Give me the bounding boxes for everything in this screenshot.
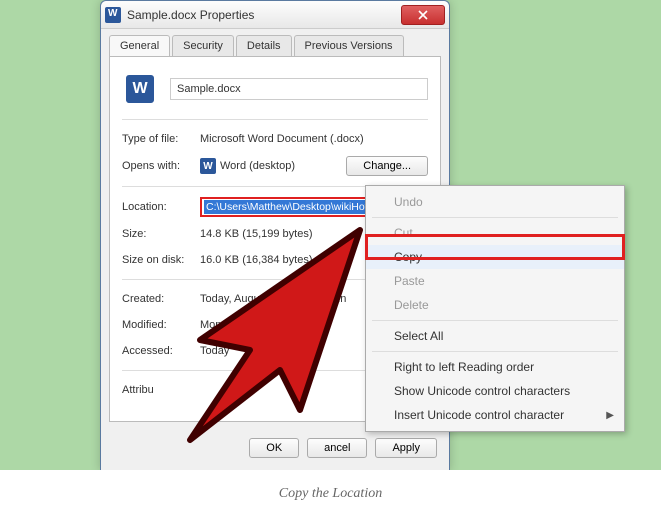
ctx-insert-unicode-label: Insert Unicode control character bbox=[394, 408, 564, 422]
ctx-cut[interactable]: Cut bbox=[366, 221, 624, 245]
titlebar[interactable]: Sample.docx Properties bbox=[101, 1, 449, 29]
ctx-insert-unicode[interactable]: Insert Unicode control character ▶ bbox=[366, 403, 624, 427]
submenu-arrow-icon: ▶ bbox=[606, 410, 614, 421]
location-highlight: C:\Users\Matthew\Desktop\wikiHow bbox=[200, 197, 378, 217]
type-of-file-value: Microsoft Word Document (.docx) bbox=[200, 133, 428, 145]
opens-with-value: W Word (desktop) bbox=[200, 158, 346, 174]
ok-button[interactable]: OK bbox=[249, 438, 299, 458]
tab-strip: General Security Details Previous Versio… bbox=[101, 29, 449, 56]
ctx-select-all[interactable]: Select All bbox=[366, 324, 624, 348]
context-menu: Undo Cut Copy Paste Delete Select All Ri… bbox=[365, 185, 625, 432]
ctx-paste[interactable]: Paste bbox=[366, 269, 624, 293]
word-icon bbox=[105, 7, 121, 23]
opens-with-text: Word (desktop) bbox=[220, 160, 295, 172]
accessed-label: Accessed: bbox=[122, 345, 200, 357]
apply-button[interactable]: Apply bbox=[375, 438, 437, 458]
close-button[interactable] bbox=[401, 5, 445, 25]
dialog-button-row: OK ancel Apply bbox=[101, 430, 449, 470]
size-label: Size: bbox=[122, 228, 200, 240]
window-title: Sample.docx Properties bbox=[127, 8, 401, 22]
location-value[interactable]: C:\Users\Matthew\Desktop\wikiHow bbox=[204, 200, 374, 214]
filename-field[interactable]: Sample.docx bbox=[170, 78, 428, 100]
modified-label: Modified: bbox=[122, 319, 200, 331]
location-label: Location: bbox=[122, 201, 200, 213]
file-type-icon: W bbox=[122, 71, 158, 107]
ctx-undo[interactable]: Undo bbox=[366, 190, 624, 214]
ctx-show-unicode[interactable]: Show Unicode control characters bbox=[366, 379, 624, 403]
tab-security[interactable]: Security bbox=[172, 35, 234, 56]
word-small-icon: W bbox=[200, 158, 216, 174]
close-icon bbox=[418, 10, 428, 20]
ctx-delete[interactable]: Delete bbox=[366, 293, 624, 317]
size-on-disk-label: Size on disk: bbox=[122, 254, 200, 266]
type-of-file-label: Type of file: bbox=[122, 133, 200, 145]
ctx-copy[interactable]: Copy bbox=[366, 245, 624, 269]
change-button[interactable]: Change... bbox=[346, 156, 428, 176]
ctx-rtl[interactable]: Right to left Reading order bbox=[366, 355, 624, 379]
cancel-button[interactable]: ancel bbox=[307, 438, 367, 458]
created-label: Created: bbox=[122, 293, 200, 305]
tab-details[interactable]: Details bbox=[236, 35, 292, 56]
filename-text: Sample.docx bbox=[177, 83, 241, 95]
attributes-label: Attribu bbox=[122, 384, 200, 396]
tab-previous-versions[interactable]: Previous Versions bbox=[294, 35, 404, 56]
opens-with-label: Opens with: bbox=[122, 160, 200, 172]
figure-caption: Copy the Location bbox=[0, 470, 661, 518]
tab-general[interactable]: General bbox=[109, 35, 170, 56]
